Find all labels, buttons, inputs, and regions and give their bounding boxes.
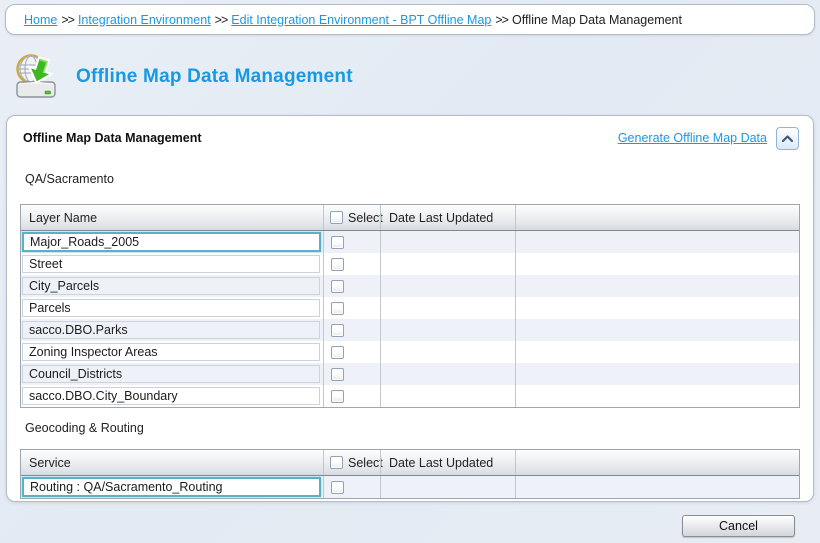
date-last-updated-cell: [380, 319, 515, 341]
layer-name-cell[interactable]: Major_Roads_2005: [22, 232, 321, 252]
row-select-checkbox[interactable]: [331, 236, 344, 249]
table-row: sacco.DBO.City_Boundary: [21, 385, 799, 407]
generate-offline-map-data-link[interactable]: Generate Offline Map Data: [618, 131, 767, 145]
row-select-checkbox[interactable]: [331, 258, 344, 271]
column-header-date-last-updated: Date Last Updated: [380, 450, 515, 475]
breadcrumb-current-page: Offline Map Data Management: [512, 13, 682, 27]
layer-name-cell[interactable]: Council_Districts: [22, 365, 320, 383]
layer-name-cell[interactable]: Zoning Inspector Areas: [22, 343, 320, 361]
section-heading-qa-sacramento: QA/Sacramento: [25, 172, 813, 187]
column-header-select: Select: [323, 450, 380, 475]
row-select-checkbox[interactable]: [331, 390, 344, 403]
select-all-checkbox[interactable]: [330, 211, 343, 224]
date-last-updated-cell: [380, 231, 515, 253]
panel-actions: Generate Offline Map Data: [618, 127, 799, 150]
table-row: Parcels: [21, 297, 799, 319]
layers-table-body: Major_Roads_2005 Street City_Parcels Par…: [21, 231, 799, 407]
breadcrumb-link-edit-integration-environment[interactable]: Edit Integration Environment - BPT Offli…: [231, 13, 491, 27]
date-last-updated-cell: [380, 341, 515, 363]
table-row: Street: [21, 253, 799, 275]
cancel-button[interactable]: Cancel: [682, 515, 795, 537]
breadcrumb-separator: >>: [215, 13, 228, 27]
services-table: Service Select Date Last Updated Routing…: [20, 449, 800, 499]
row-select-checkbox[interactable]: [331, 346, 344, 359]
panel-header: Offline Map Data Management Generate Off…: [23, 126, 799, 150]
table-row: sacco.DBO.Parks: [21, 319, 799, 341]
table-row: Zoning Inspector Areas: [21, 341, 799, 363]
offline-map-data-panel: Offline Map Data Management Generate Off…: [6, 115, 814, 502]
date-last-updated-cell: [380, 363, 515, 385]
date-last-updated-cell: [380, 253, 515, 275]
layers-table: Layer Name Select Date Last Updated Majo…: [20, 204, 800, 408]
column-header-service: Service: [21, 450, 323, 475]
date-last-updated-cell: [380, 385, 515, 407]
date-last-updated-cell: [380, 476, 515, 498]
chevron-up-icon: [781, 134, 794, 143]
service-name-cell[interactable]: Routing : QA/Sacramento_Routing: [22, 477, 321, 497]
select-column-label: Select: [348, 456, 383, 470]
row-select-checkbox[interactable]: [331, 302, 344, 315]
layer-name-cell[interactable]: sacco.DBO.City_Boundary: [22, 387, 320, 405]
page-title: Offline Map Data Management: [76, 66, 353, 88]
empty-cell: [515, 363, 799, 385]
empty-cell: [515, 476, 799, 498]
row-select-checkbox[interactable]: [331, 324, 344, 337]
empty-cell: [515, 341, 799, 363]
empty-cell: [515, 385, 799, 407]
date-last-updated-cell: [380, 297, 515, 319]
globe-download-to-drive-icon: [12, 52, 60, 102]
column-header-empty: [515, 205, 799, 230]
table-row: Routing : QA/Sacramento_Routing: [21, 476, 799, 498]
empty-cell: [515, 275, 799, 297]
row-select-checkbox[interactable]: [331, 368, 344, 381]
row-select-checkbox[interactable]: [331, 481, 344, 494]
date-last-updated-cell: [380, 275, 515, 297]
empty-cell: [515, 231, 799, 253]
empty-cell: [515, 253, 799, 275]
layer-name-cell[interactable]: Street: [22, 255, 320, 273]
column-header-empty: [515, 450, 799, 475]
layer-name-cell[interactable]: City_Parcels: [22, 277, 320, 295]
breadcrumb-separator: >>: [495, 13, 508, 27]
layers-table-header: Layer Name Select Date Last Updated: [21, 205, 799, 231]
services-table-header: Service Select Date Last Updated: [21, 450, 799, 476]
empty-cell: [515, 319, 799, 341]
select-all-checkbox[interactable]: [330, 456, 343, 469]
breadcrumb-link-home[interactable]: Home: [24, 13, 57, 27]
select-column-label: Select: [348, 211, 383, 225]
row-select-checkbox[interactable]: [331, 280, 344, 293]
table-row: City_Parcels: [21, 275, 799, 297]
breadcrumb: Home >> Integration Environment >> Edit …: [5, 4, 815, 35]
services-table-body: Routing : QA/Sacramento_Routing: [21, 476, 799, 498]
layer-name-cell[interactable]: Parcels: [22, 299, 320, 317]
empty-cell: [515, 297, 799, 319]
panel-title: Offline Map Data Management: [23, 131, 202, 145]
table-row: Major_Roads_2005: [21, 231, 799, 253]
section-heading-geocoding-routing: Geocoding & Routing: [25, 421, 813, 436]
table-row: Council_Districts: [21, 363, 799, 385]
page-header: Offline Map Data Management: [12, 52, 353, 102]
column-header-select: Select: [323, 205, 380, 230]
column-header-layer-name: Layer Name: [21, 205, 323, 230]
column-header-date-last-updated: Date Last Updated: [380, 205, 515, 230]
breadcrumb-separator: >>: [61, 13, 74, 27]
breadcrumb-link-integration-environment[interactable]: Integration Environment: [78, 13, 211, 27]
layer-name-cell[interactable]: sacco.DBO.Parks: [22, 321, 320, 339]
collapse-panel-button[interactable]: [776, 127, 799, 150]
